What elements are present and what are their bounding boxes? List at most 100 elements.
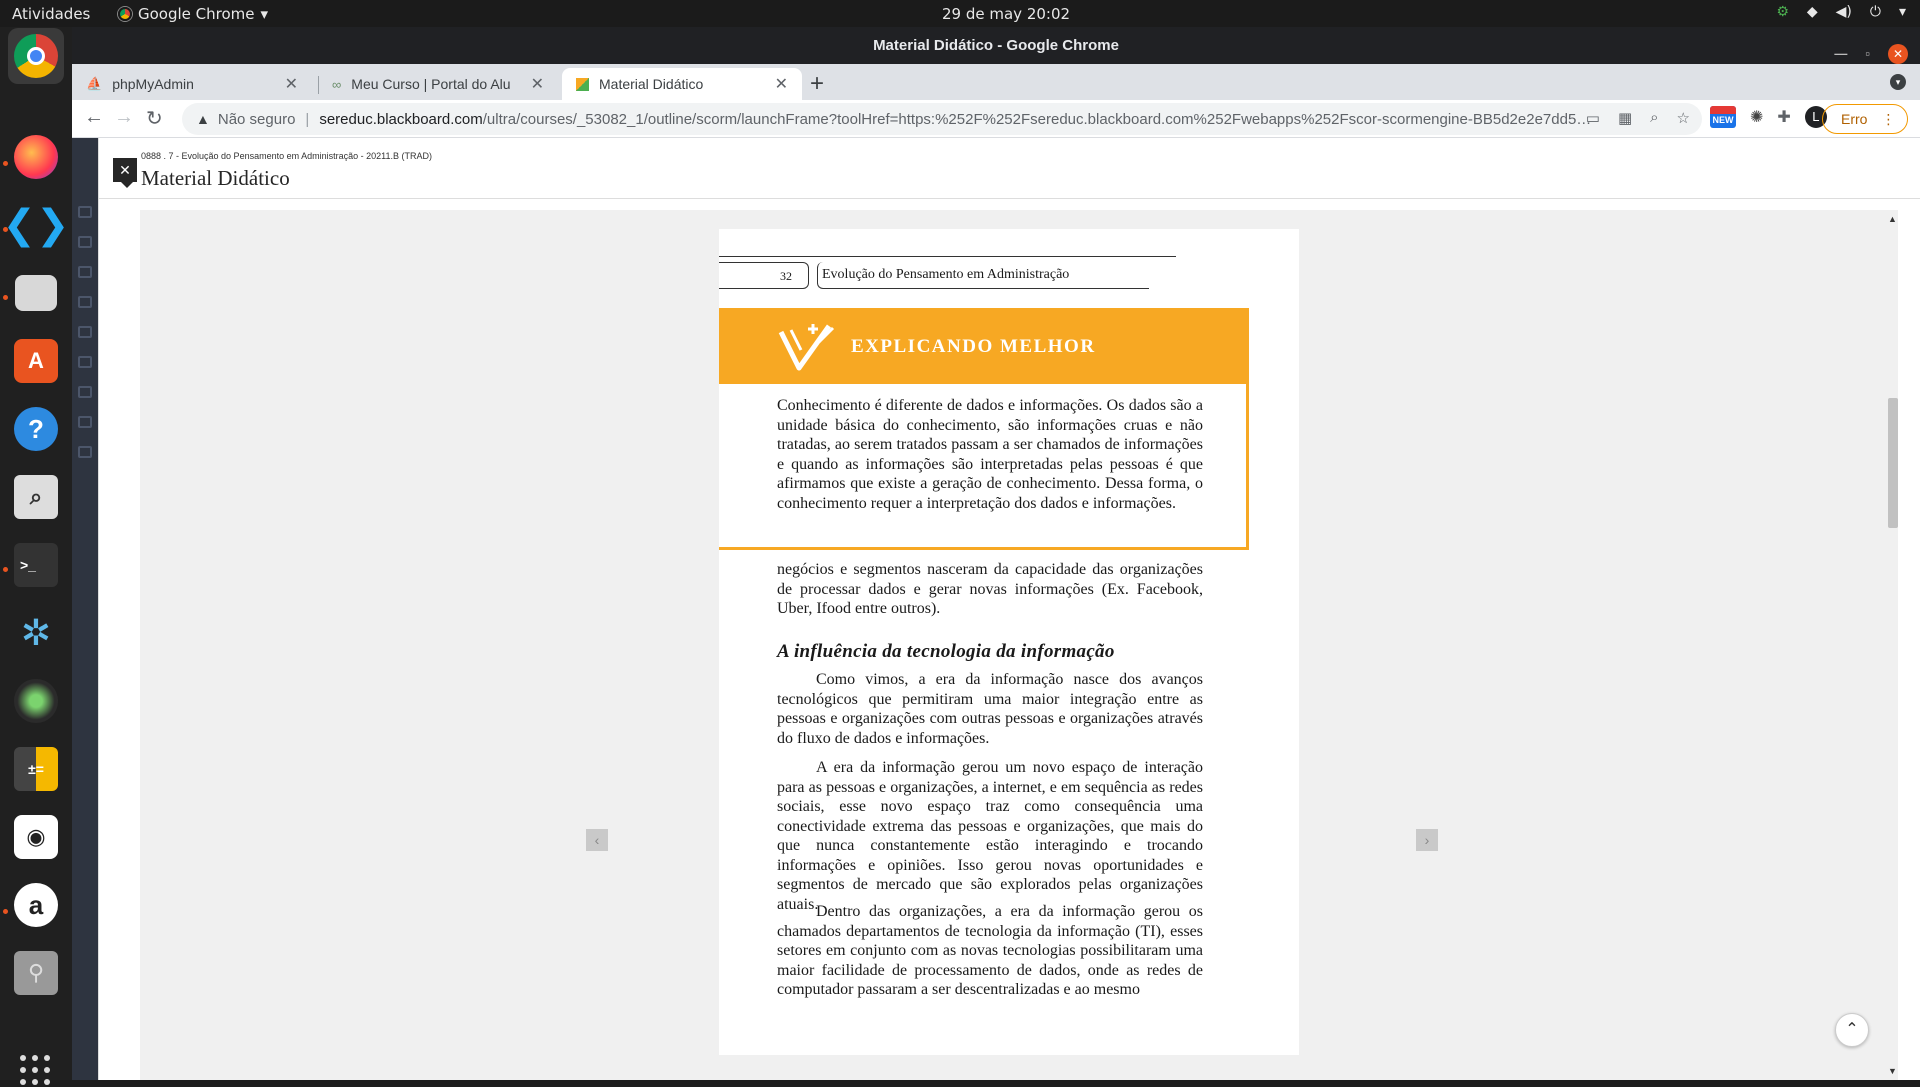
scrollbar-thumb[interactable] bbox=[1888, 398, 1898, 528]
power-icon[interactable]: ⏻ bbox=[1870, 4, 1881, 20]
dock-firefox[interactable] bbox=[8, 129, 64, 185]
firefox-icon bbox=[14, 135, 58, 179]
close-window-button[interactable]: ✕ bbox=[1888, 43, 1908, 64]
app-menu[interactable]: Google Chrome ▾ bbox=[118, 5, 268, 23]
dock-search[interactable]: ⌕ bbox=[8, 469, 64, 525]
not-secure-label[interactable]: Não seguro bbox=[218, 111, 296, 128]
error-label: Erro bbox=[1841, 111, 1868, 127]
bookmark-star-icon[interactable]: ☆ bbox=[1677, 109, 1690, 127]
chevron-down-icon: ▾ bbox=[260, 5, 269, 23]
scroll-up-arrow-icon[interactable]: ▲ bbox=[1888, 214, 1897, 224]
network-icon[interactable]: ◆ bbox=[1807, 4, 1818, 20]
window-title-bar[interactable]: Material Didático - Google Chrome — ▫ ✕ bbox=[72, 27, 1920, 64]
sidebar-icon[interactable] bbox=[78, 296, 92, 308]
clock[interactable]: 29 de may 20:02 bbox=[942, 5, 1070, 23]
address-bar[interactable]: ▲ Não seguro | sereduc.blackboard.com /u… bbox=[182, 103, 1702, 135]
url-host: sereduc.blackboard.com bbox=[319, 110, 483, 128]
next-page-button[interactable]: › bbox=[1416, 829, 1438, 851]
sidebar-icon[interactable] bbox=[78, 236, 92, 248]
close-tab-icon[interactable]: ✕ bbox=[531, 74, 544, 94]
dock-software[interactable]: A bbox=[8, 333, 64, 389]
dock: ❮❯ A ? ⌕ >_ ✲ ±= ◉ a ⚲ bbox=[0, 27, 72, 1085]
running-head-rule bbox=[719, 256, 1176, 257]
sidebar-icon[interactable] bbox=[78, 326, 92, 338]
browser-toolbar: ← → ↻ ▲ Não seguro | sereduc.blackboard.… bbox=[72, 100, 1920, 138]
warning-icon[interactable]: ▲ bbox=[196, 111, 210, 127]
panel-divider bbox=[99, 198, 1920, 199]
paragraph-3: Dentro das organizações, a era da inform… bbox=[777, 903, 1203, 998]
zoom-icon[interactable]: ⌕ bbox=[1650, 109, 1658, 127]
sidebar-icon[interactable] bbox=[78, 446, 92, 458]
forward-arrow-icon[interactable]: → bbox=[114, 106, 134, 129]
sidebar-icon[interactable] bbox=[78, 416, 92, 428]
dock-screenshot[interactable]: ◉ bbox=[8, 809, 64, 865]
callout-body: Conhecimento é diferente de dados e info… bbox=[719, 384, 1249, 550]
page-title: Material Didático bbox=[141, 166, 290, 190]
paragraph-2: A era da informação gerou um novo espaço… bbox=[777, 759, 1203, 913]
dock-usb[interactable]: ⚲ bbox=[8, 945, 64, 1001]
cast-icon[interactable]: ▭ bbox=[1586, 109, 1600, 127]
tab-strip: ⛵ phpMyAdmin ✕ ∞ Meu Curso | Portal do A… bbox=[72, 64, 1920, 100]
previous-page-button[interactable]: ‹ bbox=[586, 829, 608, 851]
callout-text: Conhecimento é diferente de dados e info… bbox=[777, 397, 1203, 512]
puzzle-icon[interactable]: ✚ bbox=[1777, 107, 1790, 127]
tab-phpmyadmin[interactable]: ⛵ phpMyAdmin ✕ bbox=[72, 68, 312, 100]
paragraph-1: Como vimos, a era da informação nasce do… bbox=[777, 671, 1203, 747]
network-app-icon: ✲ bbox=[20, 612, 52, 653]
vscode-icon: ❮❯ bbox=[2, 203, 70, 247]
kebab-menu-icon[interactable]: ⋮ bbox=[1881, 111, 1895, 128]
system-tray[interactable]: ⚙ ◆ ◀) ⏻ ▾ bbox=[1776, 4, 1906, 20]
dock-terminal[interactable]: >_ bbox=[8, 537, 64, 593]
software-center-icon: A bbox=[14, 339, 58, 383]
dock-files[interactable] bbox=[8, 265, 64, 321]
extension-icon[interactable]: ✺ bbox=[1750, 107, 1763, 127]
url-path: /ultra/courses/_53082_1/outline/scorm/la… bbox=[482, 110, 1593, 128]
sidebar-icon[interactable] bbox=[78, 206, 92, 218]
dock-vscode[interactable]: ❮❯ bbox=[2, 197, 70, 253]
back-arrow-icon[interactable]: ← bbox=[84, 106, 104, 129]
breadcrumb: 0888 . 7 - Evolução do Pensamento em Adm… bbox=[141, 151, 432, 161]
dock-network-app[interactable]: ✲ bbox=[8, 605, 64, 661]
qr-code-icon[interactable]: ▦ bbox=[1618, 109, 1632, 127]
close-tab-icon[interactable]: ✕ bbox=[285, 74, 298, 94]
callout-title: EXPLICANDO MELHOR bbox=[851, 336, 1096, 357]
back-to-top-button[interactable]: ⌃ bbox=[1835, 1013, 1869, 1047]
close-tab-icon[interactable]: ✕ bbox=[775, 74, 788, 94]
paragraph-continuation: negócios e segmentos nasceram da capacid… bbox=[777, 561, 1203, 617]
app-indicator-icon[interactable]: ⚙ bbox=[1776, 4, 1789, 20]
new-extension-icon[interactable]: NEW bbox=[1710, 106, 1736, 128]
dock-chrome[interactable] bbox=[8, 28, 64, 84]
scroll-down-arrow-icon[interactable]: ▼ bbox=[1888, 1066, 1897, 1076]
address-divider: | bbox=[305, 110, 310, 128]
chevron-down-icon[interactable]: ▾ bbox=[1899, 4, 1906, 20]
chrome-icon bbox=[118, 7, 132, 21]
dock-calculator[interactable]: ±= bbox=[8, 741, 64, 797]
phpmyadmin-favicon-icon: ⛵ bbox=[86, 76, 103, 91]
volume-icon[interactable]: ◀) bbox=[1836, 4, 1852, 20]
pencil-check-icon bbox=[778, 324, 835, 371]
dock-webcam[interactable] bbox=[8, 673, 64, 729]
tab-search-icon[interactable]: ▾ bbox=[1890, 74, 1906, 90]
running-head: Evolução do Pensamento em Administração bbox=[817, 262, 1149, 289]
tab-meu-curso[interactable]: ∞ Meu Curso | Portal do Alu ✕ bbox=[318, 68, 558, 100]
close-panel-button[interactable]: ✕ bbox=[113, 158, 137, 188]
sidebar-icon[interactable] bbox=[78, 356, 92, 368]
magnifier-icon: ⌕ bbox=[14, 475, 58, 519]
usb-drive-icon: ⚲ bbox=[14, 951, 58, 995]
activities-button[interactable]: Atividades bbox=[12, 5, 90, 23]
reload-icon[interactable]: ↻ bbox=[146, 106, 163, 131]
tab-title: Meu Curso | Portal do Alu bbox=[351, 76, 511, 92]
terminal-icon: >_ bbox=[14, 543, 58, 587]
new-tab-button[interactable]: + bbox=[810, 70, 824, 98]
tab-material-didatico[interactable]: Material Didático ✕ bbox=[562, 68, 802, 100]
blackboard-sidebar bbox=[72, 138, 98, 1080]
material-favicon-icon bbox=[576, 77, 589, 91]
tab-title: Material Didático bbox=[599, 76, 704, 92]
error-button[interactable]: Erro ⋮ bbox=[1822, 104, 1908, 134]
dock-help[interactable]: ? bbox=[8, 401, 64, 457]
sidebar-icon[interactable] bbox=[78, 386, 92, 398]
show-applications-button[interactable] bbox=[20, 1055, 52, 1087]
sidebar-icon[interactable] bbox=[78, 266, 92, 278]
app-menu-label: Google Chrome bbox=[138, 5, 255, 23]
dock-amazon[interactable]: a bbox=[8, 877, 64, 933]
